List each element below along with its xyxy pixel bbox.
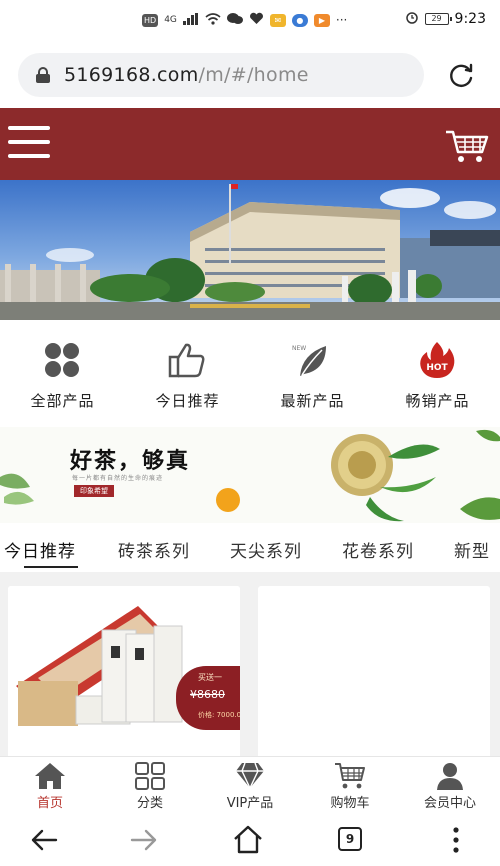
- wifi-icon: [205, 12, 221, 28]
- price-tag-promo: 买送一: [198, 673, 222, 682]
- category-icon: [135, 762, 165, 790]
- more-menu-icon[interactable]: [440, 824, 472, 856]
- header-cart-icon[interactable]: [444, 128, 490, 164]
- signal-bars-icon: [182, 12, 199, 28]
- reload-icon[interactable]: [446, 61, 476, 91]
- leaf-new-icon: NEW: [292, 345, 326, 376]
- product-series-tabs: 今日推荐 砖茶系列 天尖系列 花卷系列 新型: [0, 529, 500, 569]
- mail-app-icon: ✉: [269, 13, 286, 27]
- bottom-nav: 首页 分类 VIP产品 购物车 会员中心: [0, 756, 500, 814]
- thumbs-up-icon: [168, 343, 205, 378]
- tab-huajuan[interactable]: 花卷系列: [342, 537, 414, 562]
- vip-diamond-icon: [236, 762, 264, 790]
- price-current: 价格: 7000.00: [198, 711, 240, 719]
- category-today-recommend[interactable]: 今日推荐: [125, 330, 250, 422]
- browser-app-icon: ●: [291, 13, 308, 27]
- battery-icon: 29: [424, 13, 452, 25]
- status-icons-left: HD 4G ✉ ● ▶ ···: [142, 12, 347, 28]
- nav-cart[interactable]: 购物车: [300, 757, 400, 815]
- promo-title: 好茶，够真: [70, 448, 191, 474]
- active-tab-indicator: [24, 566, 78, 568]
- category-newest[interactable]: NEW 最新产品: [250, 330, 375, 422]
- home-outline-icon[interactable]: [232, 824, 264, 856]
- category-label: 全部产品: [30, 392, 95, 410]
- tab-today-recommend[interactable]: 今日推荐: [4, 537, 76, 562]
- product-card-placeholder[interactable]: [258, 586, 490, 762]
- svg-text:HOT: HOT: [426, 363, 448, 373]
- hot-flame-icon: HOT: [420, 342, 455, 378]
- member-icon: [437, 763, 463, 790]
- promo-subtitle: 每一片都有自然的生命的痕迹: [72, 475, 164, 482]
- category-row: 全部产品 今日推荐 NEW 最新产品 HOT 畅销产品: [0, 330, 500, 422]
- status-icons-right: 29 9:23: [405, 10, 486, 28]
- browser-bottom-toolbar: 9: [0, 814, 500, 866]
- category-label: 今日推荐: [155, 392, 220, 410]
- more-notifications-icon: ···: [335, 13, 348, 27]
- nav-label: 购物车: [330, 796, 370, 811]
- url-domain: 5169168.com: [64, 64, 199, 86]
- tab-brick-tea[interactable]: 砖茶系列: [118, 537, 190, 562]
- video-app-icon: ▶: [313, 13, 330, 27]
- nav-label: 首页: [36, 796, 63, 811]
- cart-icon: [335, 763, 365, 789]
- signal-icon: 4G: [164, 15, 177, 25]
- hero-banner[interactable]: [0, 180, 500, 320]
- heart-app-icon: [249, 12, 264, 28]
- tab-new-type[interactable]: 新型: [454, 537, 490, 562]
- alarm-icon: [405, 10, 419, 28]
- hamburger-menu-icon[interactable]: [8, 126, 50, 162]
- url-path: /m/#/home: [198, 64, 309, 86]
- price-original: ¥8680: [190, 688, 225, 701]
- hd-indicator: HD: [142, 13, 159, 27]
- chat-app-icon: [226, 12, 243, 28]
- nav-category[interactable]: 分类: [100, 757, 200, 815]
- promo-banner[interactable]: 好茶，够真 每一片都有自然的生命的痕迹 印象希望: [0, 427, 500, 523]
- clock-time: 9:23: [454, 11, 486, 27]
- forward-arrow-icon[interactable]: [128, 824, 160, 856]
- browser-address-bar: 5169168.com /m/#/home: [0, 40, 500, 108]
- nav-vip[interactable]: VIP产品: [200, 757, 300, 815]
- nav-home[interactable]: 首页: [0, 757, 100, 815]
- site-header: [0, 108, 500, 180]
- category-all-products[interactable]: 全部产品: [0, 330, 125, 422]
- nav-label: 分类: [136, 796, 163, 811]
- nav-label: VIP产品: [226, 796, 274, 811]
- nav-member[interactable]: 会员中心: [400, 757, 500, 815]
- svg-text:NEW: NEW: [292, 345, 306, 352]
- tab-count-button[interactable]: 9: [338, 827, 362, 851]
- grid-icon: [45, 343, 79, 377]
- home-icon: [35, 763, 65, 789]
- url-field[interactable]: 5169168.com /m/#/home: [18, 53, 424, 97]
- product-card[interactable]: 买送一 ¥8680 价格: 7000.00: [8, 586, 240, 762]
- product-grid: 买送一 ¥8680 价格: 7000.00: [0, 572, 500, 762]
- lock-icon: [36, 67, 50, 83]
- back-arrow-icon[interactable]: [28, 824, 60, 856]
- tab-tianjian[interactable]: 天尖系列: [230, 537, 302, 562]
- promo-badge: 印象希望: [74, 485, 114, 497]
- category-label: 最新产品: [280, 392, 345, 410]
- nav-label: 会员中心: [423, 796, 476, 811]
- status-bar: HD 4G ✉ ● ▶ ··· 29 9:23: [0, 0, 500, 40]
- category-bestseller[interactable]: HOT 畅销产品: [375, 330, 500, 422]
- category-label: 畅销产品: [405, 392, 470, 410]
- price-tag: 买送一 ¥8680 价格: 7000.00: [176, 666, 240, 730]
